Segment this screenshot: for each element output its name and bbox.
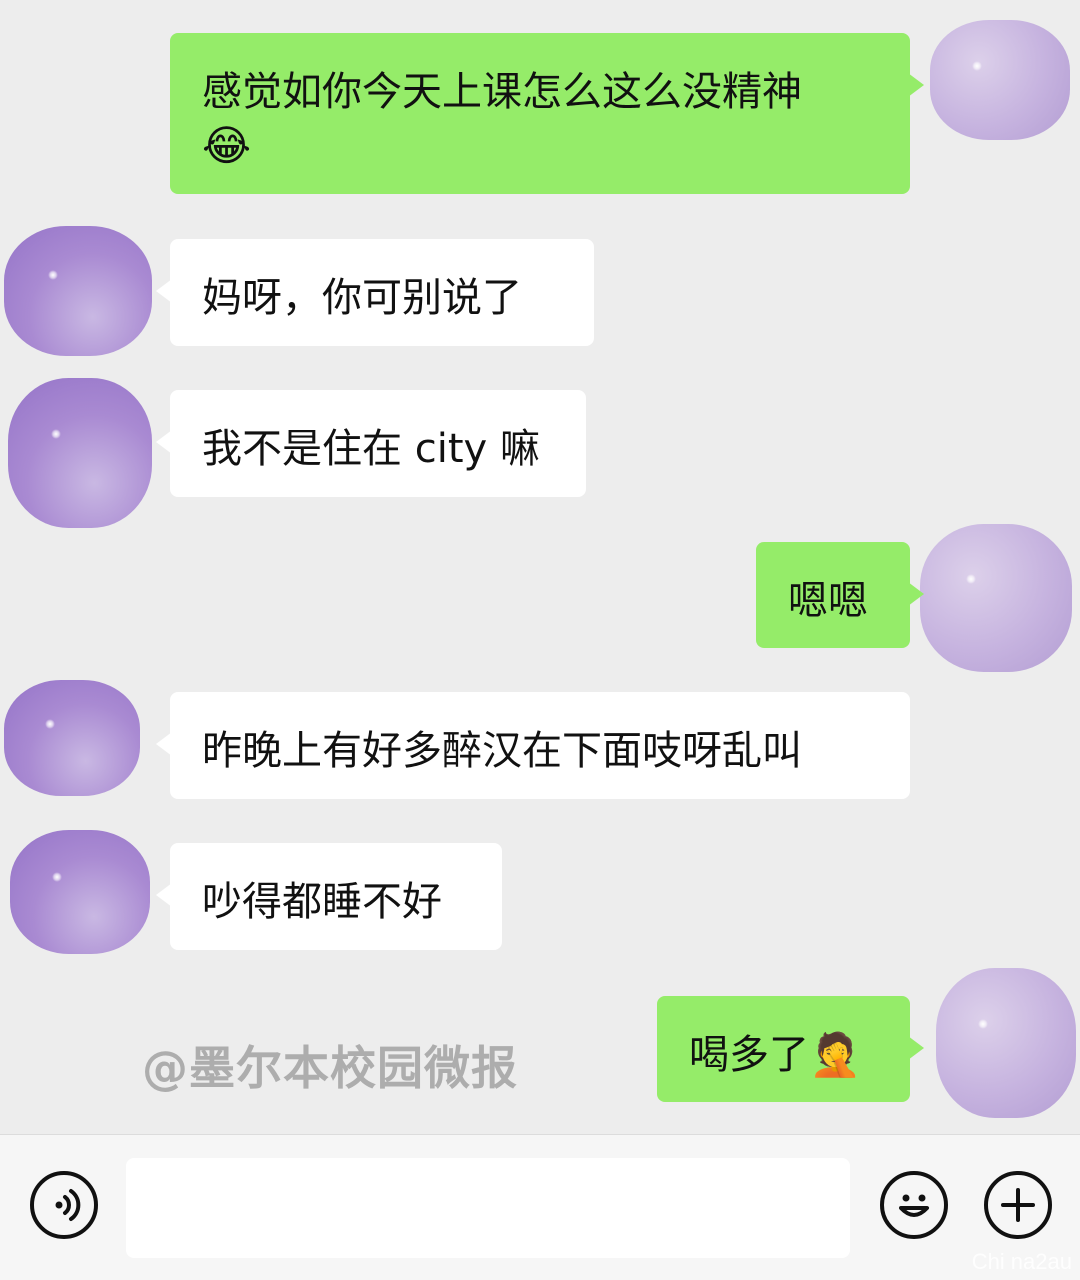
contact-avatar[interactable] xyxy=(10,830,150,954)
message-bubble-incoming[interactable]: 吵得都睡不好 xyxy=(156,843,502,950)
message-bubble-incoming[interactable]: 妈呀，你可别说了 xyxy=(156,239,594,346)
message-text: 妈呀，你可别说了 xyxy=(202,275,522,321)
plus-icon xyxy=(1001,1188,1035,1222)
message-bubble-incoming[interactable]: 昨晚上有好多醉汉在下面吱呀乱叫 xyxy=(156,692,910,799)
message-text: 喝多了 xyxy=(689,1032,809,1078)
message-bubble-outgoing[interactable]: 感觉如你今天上课怎么这么没精神 😂 xyxy=(170,33,924,194)
corner-watermark: Chi na2au xyxy=(971,1249,1072,1274)
message-text: 吵得都睡不好 xyxy=(202,879,442,925)
self-avatar[interactable] xyxy=(930,20,1070,140)
smiley-icon xyxy=(899,1194,929,1217)
plus-button[interactable] xyxy=(984,1171,1052,1239)
chat-area: 感觉如你今天上课怎么这么没精神 😂 妈呀，你可别说了 我不是住在 city 嘛 … xyxy=(0,0,1080,1134)
message-bubble-incoming[interactable]: 我不是住在 city 嘛 xyxy=(156,390,586,497)
facepalm-emoji-icon: 🤦 xyxy=(809,1030,862,1079)
message-text: 我不是住在 city 嘛 xyxy=(202,426,540,472)
self-avatar[interactable] xyxy=(936,968,1076,1118)
contact-avatar[interactable] xyxy=(4,226,152,356)
message-text: 感觉如你今天上课怎么这么没精神 xyxy=(202,69,802,115)
message-bubble-outgoing[interactable]: 喝多了🤦 xyxy=(657,996,924,1102)
voice-wave-icon xyxy=(55,1189,81,1221)
message-text: 昨晚上有好多醉汉在下面吱呀乱叫 xyxy=(202,728,802,774)
message-bubble-outgoing[interactable]: 嗯嗯 xyxy=(756,542,924,648)
message-text: 嗯嗯 xyxy=(788,578,868,624)
message-input[interactable] xyxy=(126,1158,850,1258)
watermark: @墨尔本校园微报 xyxy=(142,1041,518,1095)
voice-button[interactable] xyxy=(30,1171,98,1239)
contact-avatar[interactable] xyxy=(8,378,152,528)
self-avatar[interactable] xyxy=(920,524,1072,672)
tears-of-joy-emoji-icon: 😂 xyxy=(202,121,252,170)
contact-avatar[interactable] xyxy=(4,680,140,796)
emoji-button[interactable] xyxy=(880,1171,948,1239)
